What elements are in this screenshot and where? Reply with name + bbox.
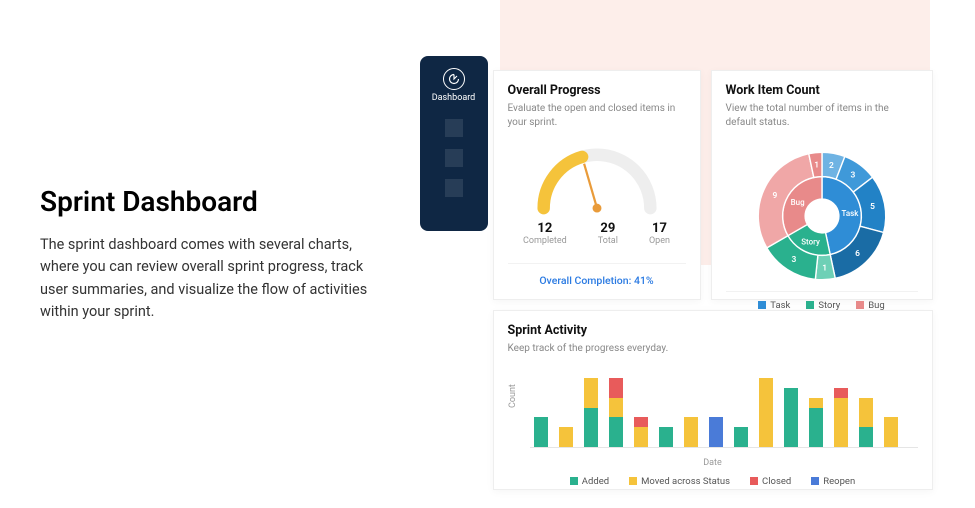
axis-label-x: Date <box>703 458 722 468</box>
dashboard-icon[interactable] <box>443 68 465 90</box>
bar-column <box>809 398 823 447</box>
svg-text:3: 3 <box>850 170 855 180</box>
bar-column <box>734 427 748 447</box>
svg-text:3: 3 <box>791 255 796 265</box>
bar-column <box>584 378 598 446</box>
bar-column <box>759 378 773 446</box>
card-subtitle: View the total number of items in the de… <box>726 102 918 129</box>
stat-total: 29Total <box>598 221 618 246</box>
svg-text:9: 9 <box>772 191 777 201</box>
sidebar-placeholder-icon[interactable] <box>445 179 463 197</box>
bar-column <box>859 398 873 447</box>
bar-column <box>784 388 798 447</box>
bar-column <box>709 417 723 446</box>
card-sprint-activity: Sprint Activity Keep track of the progre… <box>493 310 933 490</box>
card-title: Overall Progress <box>508 83 686 98</box>
marketing-text: Sprint Dashboard The sprint dashboard co… <box>0 185 410 324</box>
activity-legend: Added Moved across Status Closed Reopen <box>508 476 918 487</box>
card-overall-progress: Overall Progress Evaluate the open and c… <box>493 70 701 300</box>
svg-text:Story: Story <box>801 238 820 247</box>
sidebar-placeholder-icon[interactable] <box>445 119 463 137</box>
svg-text:1: 1 <box>814 161 819 171</box>
dashboard-preview: Dashboard Overall Progress Evaluate the … <box>410 0 975 508</box>
svg-text:5: 5 <box>870 202 875 212</box>
svg-text:1: 1 <box>822 263 827 273</box>
sidebar-placeholder-icon[interactable] <box>445 149 463 167</box>
stat-completed: 12Completed <box>523 221 567 246</box>
svg-text:Bug: Bug <box>790 198 804 207</box>
overall-completion-link[interactable]: Overall Completion: 41% <box>508 263 686 287</box>
wic-legend: Task Story Bug <box>726 291 918 311</box>
svg-text:Task: Task <box>841 209 859 218</box>
bar-column <box>834 388 848 447</box>
gauge-chart <box>522 137 672 217</box>
card-work-item-count: Work Item Count View the total number of… <box>711 70 933 300</box>
sidebar: Dashboard <box>420 56 488 231</box>
bar-column <box>559 427 573 447</box>
stat-open: 17Open <box>649 221 670 246</box>
card-title: Work Item Count <box>726 83 918 98</box>
bar-column <box>534 417 548 446</box>
page-title: Sprint Dashboard <box>40 185 385 218</box>
bar-column <box>884 417 898 446</box>
sunburst-chart: Task 2 3 5 6 Story 1 3 Bug 9 1 <box>747 141 897 291</box>
bar-column <box>659 427 673 447</box>
stacked-bar-chart <box>530 370 918 448</box>
bar-column <box>684 417 698 446</box>
page-description: The sprint dashboard comes with several … <box>40 234 385 324</box>
card-subtitle: Evaluate the open and closed items in yo… <box>508 102 686 129</box>
card-title: Sprint Activity <box>508 323 918 338</box>
svg-text:6: 6 <box>855 249 860 259</box>
card-subtitle: Keep track of the progress everyday. <box>508 342 918 356</box>
bar-column <box>609 378 623 446</box>
bar-column <box>634 417 648 446</box>
sidebar-item-dashboard[interactable]: Dashboard <box>432 93 476 103</box>
axis-label-y: Count <box>508 384 518 408</box>
svg-text:2: 2 <box>828 161 833 171</box>
